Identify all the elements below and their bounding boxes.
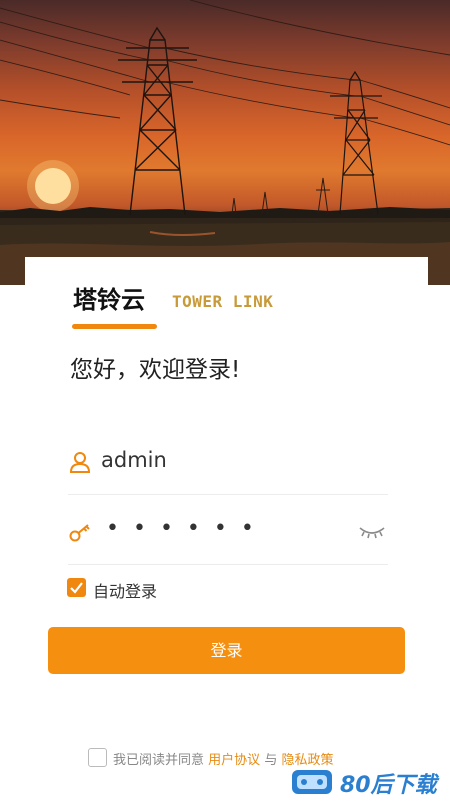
key-icon	[68, 520, 92, 544]
greeting-title: 您好，欢迎登录!	[70, 357, 241, 383]
brand-name-english: TOWER LINK	[172, 292, 274, 311]
eye-closed-icon[interactable]	[358, 522, 386, 542]
brand-underline	[72, 324, 157, 329]
user-icon	[68, 450, 92, 474]
agreement-conjunction: 与	[264, 753, 278, 768]
username-value[interactable]: admin	[101, 448, 167, 472]
username-field[interactable]: admin	[68, 434, 388, 495]
login-button[interactable]: 登录	[48, 627, 405, 674]
user-agreement-link[interactable]: 用户协议	[208, 753, 260, 768]
password-field[interactable]: ••••••	[68, 504, 388, 565]
agreement-prefix: 我已阅读并同意	[113, 753, 205, 768]
agreement-checkbox[interactable]	[88, 748, 107, 767]
power-tower-sunset-image	[0, 0, 450, 285]
brand-name: 塔铃云	[73, 286, 145, 314]
hero-image	[0, 0, 450, 285]
auto-login-label: 自动登录	[93, 582, 158, 601]
watermark-text: 80后下载	[340, 773, 437, 798]
auto-login-checkbox[interactable]	[67, 578, 86, 597]
password-value[interactable]: ••••••	[106, 516, 268, 541]
